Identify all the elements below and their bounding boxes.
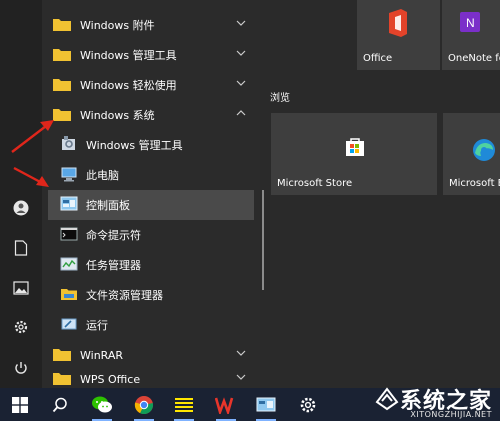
tile-label: Microsoft E bbox=[449, 178, 500, 189]
app-list: Windows 附件 Windows 管理工具 Windows 轻松使用 Win… bbox=[42, 0, 260, 388]
folder-windows-accessories[interactable]: Windows 附件 bbox=[48, 10, 254, 40]
tile-microsoft-edge[interactable]: Microsoft E bbox=[443, 113, 500, 195]
chevron-up-icon bbox=[236, 110, 246, 116]
chevron-down-icon bbox=[236, 20, 246, 26]
tile-office[interactable]: Office bbox=[357, 0, 440, 70]
app-label: 命令提示符 bbox=[86, 229, 141, 242]
folder-label: Windows 轻松使用 bbox=[80, 79, 177, 92]
app-this-pc[interactable]: 此电脑 bbox=[48, 160, 254, 190]
watermark-logo-icon bbox=[375, 387, 399, 411]
app-file-explorer[interactable]: 文件资源管理器 bbox=[48, 280, 254, 310]
settings-icon bbox=[300, 397, 316, 412]
folder-icon bbox=[52, 76, 72, 95]
admin-tools-icon bbox=[60, 135, 78, 156]
app-command-prompt[interactable]: 命令提示符 bbox=[48, 220, 254, 250]
folder-icon bbox=[52, 106, 72, 125]
app-label: 此电脑 bbox=[86, 169, 119, 182]
user-icon[interactable] bbox=[0, 193, 42, 223]
tiles-pane: Office N OneNote fo 浏览 Microsoft Store M… bbox=[265, 0, 500, 388]
watermark: 系统之家 XITONGZHIJIA.NET bbox=[374, 383, 492, 419]
folder-icon bbox=[52, 16, 72, 35]
control-panel-icon bbox=[60, 195, 78, 216]
control-panel-icon bbox=[256, 397, 276, 411]
folder-label: WinRAR bbox=[80, 348, 124, 362]
task-manager-icon bbox=[60, 255, 78, 276]
taskbar-control-panel[interactable] bbox=[246, 388, 286, 421]
file-explorer-icon bbox=[60, 285, 78, 306]
app-label: 文件资源管理器 bbox=[86, 289, 163, 302]
folder-label: Windows 系统 bbox=[80, 109, 155, 122]
tile-label: Microsoft Store bbox=[277, 178, 353, 189]
pictures-icon[interactable] bbox=[0, 273, 42, 303]
app-task-manager[interactable]: 任务管理器 bbox=[48, 250, 254, 280]
onenote-icon: N bbox=[460, 12, 480, 32]
tile-group-label: 浏览 bbox=[270, 93, 290, 104]
folder-icon bbox=[52, 46, 72, 65]
cmd-icon bbox=[60, 225, 78, 246]
watermark-url: XITONGZHIJIA.NET bbox=[410, 410, 492, 419]
chevron-down-icon bbox=[236, 80, 246, 86]
tile-onenote[interactable]: N OneNote fo bbox=[442, 0, 500, 70]
chevron-down-icon bbox=[236, 374, 246, 380]
app-label: Windows 管理工具 bbox=[86, 139, 183, 152]
notepad-icon bbox=[175, 397, 193, 412]
folder-label: Windows 管理工具 bbox=[80, 49, 177, 62]
search-icon bbox=[52, 397, 67, 412]
folder-windows-system[interactable]: Windows 系统 bbox=[48, 100, 254, 130]
folder-label: Windows 附件 bbox=[80, 19, 155, 32]
taskbar-chrome[interactable] bbox=[124, 388, 164, 421]
folder-windows-admin-tools[interactable]: Windows 管理工具 bbox=[48, 40, 254, 70]
tile-label: OneNote fo bbox=[448, 53, 500, 64]
windows-logo-icon bbox=[12, 396, 28, 413]
taskbar-notepad[interactable] bbox=[164, 388, 204, 421]
app-list-scrollbar[interactable] bbox=[262, 190, 264, 290]
power-icon[interactable] bbox=[0, 353, 42, 383]
svg-text:N: N bbox=[466, 16, 475, 30]
chevron-down-icon bbox=[236, 350, 246, 356]
settings-icon[interactable] bbox=[0, 312, 42, 342]
app-label: 运行 bbox=[86, 319, 108, 332]
app-windows-admin-tools[interactable]: Windows 管理工具 bbox=[48, 130, 254, 160]
folder-windows-ease-of-access[interactable]: Windows 轻松使用 bbox=[48, 70, 254, 100]
wechat-icon bbox=[92, 396, 112, 412]
tile-microsoft-store[interactable]: Microsoft Store bbox=[271, 113, 437, 195]
wps-icon bbox=[215, 396, 234, 414]
chevron-down-icon bbox=[236, 50, 246, 56]
documents-icon[interactable] bbox=[0, 233, 42, 263]
store-icon bbox=[346, 138, 364, 156]
folder-icon bbox=[52, 346, 72, 365]
search-button[interactable] bbox=[40, 388, 80, 421]
app-label: 任务管理器 bbox=[86, 259, 141, 272]
this-pc-icon bbox=[60, 165, 78, 186]
taskbar-settings[interactable] bbox=[288, 388, 328, 421]
start-button[interactable] bbox=[0, 388, 40, 421]
tile-label: Office bbox=[363, 53, 393, 64]
app-run[interactable]: 运行 bbox=[48, 310, 254, 340]
taskbar-wechat[interactable] bbox=[82, 388, 122, 421]
app-label: 控制面板 bbox=[86, 199, 130, 212]
start-rail bbox=[0, 0, 42, 388]
folder-icon bbox=[52, 370, 72, 389]
run-icon bbox=[60, 315, 78, 336]
app-control-panel[interactable]: 控制面板 bbox=[48, 190, 254, 220]
chrome-icon bbox=[134, 395, 154, 414]
taskbar-wps[interactable] bbox=[206, 388, 246, 421]
office-icon bbox=[389, 9, 407, 37]
folder-label: WPS Office bbox=[80, 372, 141, 386]
edge-icon bbox=[473, 139, 495, 161]
